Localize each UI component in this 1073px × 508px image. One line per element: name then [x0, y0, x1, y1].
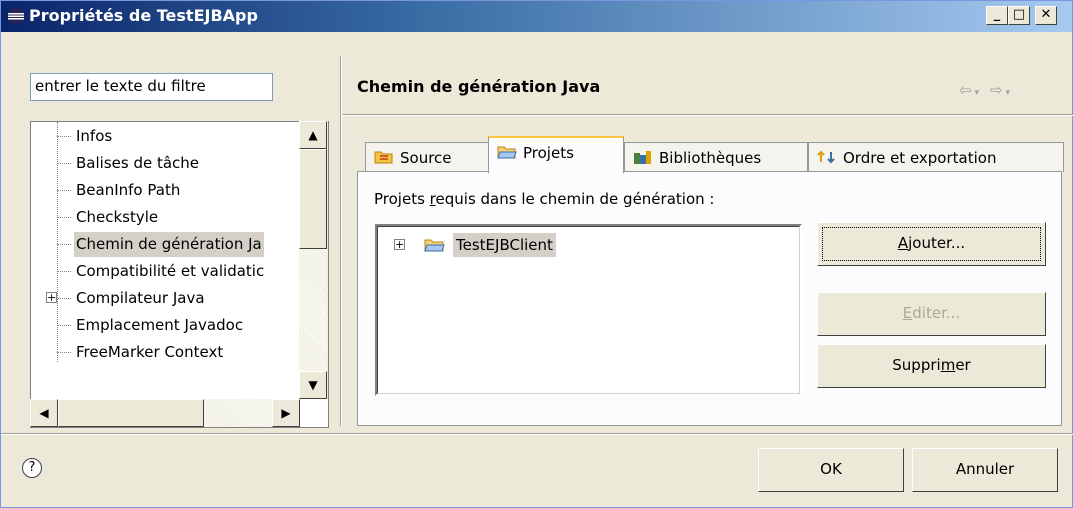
scroll-thumb[interactable] [299, 149, 327, 249]
back-dropdown-icon[interactable]: ▾ [975, 88, 983, 98]
scroll-right-arrow-icon[interactable]: ▶ [272, 399, 300, 427]
tab-source[interactable]: Source [365, 142, 490, 172]
window-title: Propriétés de TestEJBApp [29, 6, 258, 25]
forward-dropdown-icon[interactable]: ▾ [1005, 88, 1013, 98]
close-button[interactable]: ✕ [1035, 6, 1057, 25]
back-arrow-icon[interactable]: ⇦ [959, 81, 975, 99]
projects-tree[interactable]: + TestEJBClient [375, 224, 802, 396]
expand-icon[interactable]: + [394, 239, 405, 250]
order-export-icon [817, 150, 835, 163]
tree-item-java-compiler[interactable]: + Compilateur Java [31, 286, 301, 311]
edit-button[interactable]: Editer... [817, 292, 1046, 336]
tab-order-export[interactable]: Ordre et exportation [808, 142, 1064, 172]
maximize-button[interactable]: □ [1008, 6, 1030, 25]
scroll-up-arrow-icon[interactable]: ▲ [299, 121, 327, 149]
scroll-thumb[interactable] [58, 399, 204, 427]
minimize-button[interactable]: _ [986, 6, 1008, 25]
eclipse-icon [8, 8, 24, 24]
library-icon [634, 150, 651, 164]
tree-item-infos[interactable]: Infos [31, 124, 301, 149]
add-button[interactable]: Ajouter... [817, 222, 1046, 266]
project-folder-icon [424, 239, 445, 252]
tree-item-checkstyle[interactable]: Checkstyle [31, 205, 301, 230]
properties-dialog: Propriétés de TestEJBApp _ □ ✕ entrer le… [0, 0, 1073, 508]
scroll-track[interactable] [204, 399, 272, 427]
required-projects-label: Projets requis dans le chemin de générat… [374, 190, 715, 208]
tab-projects[interactable]: Projets [488, 136, 624, 173]
tree-item-beaninfo-path[interactable]: BeanInfo Path [31, 178, 301, 203]
expand-icon[interactable]: + [46, 292, 57, 303]
cancel-button[interactable]: Annuler [912, 448, 1058, 492]
title-bar: Propriétés de TestEJBApp _ □ ✕ [1, 1, 1072, 32]
help-icon[interactable]: ? [22, 458, 42, 478]
tree-item-javadoc-location[interactable]: Emplacement Javadoc [31, 313, 301, 338]
tree-item-freemarker-context[interactable]: FreeMarker Context [31, 340, 301, 365]
scroll-down-arrow-icon[interactable]: ▼ [299, 371, 327, 399]
tree-item-java-build-path[interactable]: Chemin de génération Ja [31, 232, 301, 257]
filter-input[interactable]: entrer le texte du filtre [30, 73, 273, 101]
scroll-track[interactable] [299, 249, 327, 371]
remove-button[interactable]: Supprimer [817, 344, 1046, 388]
history-nav: ⇦▾ ⇨▾ [959, 81, 1013, 99]
project-folder-icon [497, 146, 517, 158]
tree-horizontal-scrollbar[interactable]: ◀ ▶ [30, 399, 300, 427]
scroll-left-arrow-icon[interactable]: ◀ [30, 399, 58, 427]
tree-item-compatibility-validation[interactable]: Compatibilité et validatic [31, 259, 301, 284]
source-folder-icon [374, 151, 393, 163]
tab-libraries[interactable]: Bibliothèques [624, 142, 808, 172]
page-title: Chemin de génération Java [357, 77, 601, 96]
preferences-tree: Infos Balises de tâche BeanInfo Path Che… [30, 121, 329, 428]
forward-arrow-icon[interactable]: ⇨ [990, 81, 1006, 99]
ok-button[interactable]: OK [758, 448, 904, 492]
tree-item-task-tags[interactable]: Balises de tâche [31, 151, 301, 176]
tree-vertical-scrollbar[interactable]: ▲ ▼ [299, 121, 328, 399]
